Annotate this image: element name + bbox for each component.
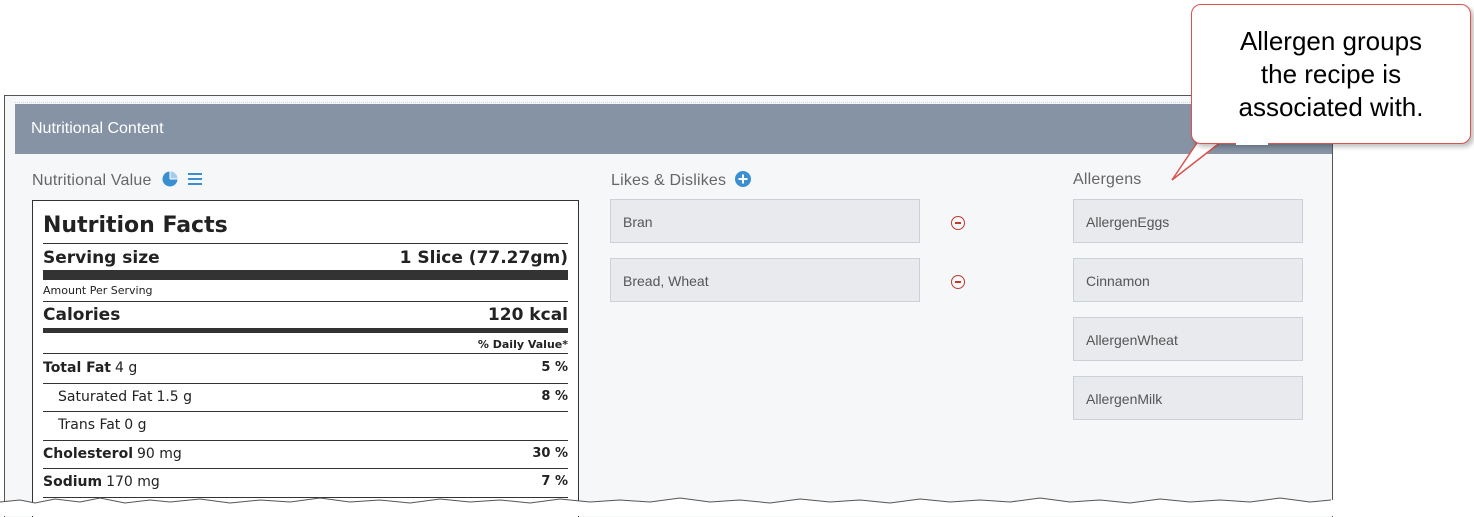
nutrient-label: Cholesterol 90 mg [43,446,182,462]
callout-line-3: associated with. [1238,92,1424,122]
allergen-item: AllergenMilk [1073,376,1303,420]
nutrient-divider [43,439,568,441]
nutrient-label: Sodium 170 mg [43,474,160,490]
nutrient-amount: 170 mg [106,474,160,490]
allergen-item: AllergenEggs [1073,199,1303,243]
nutrient-label: Saturated Fat 1.5 g [58,389,192,405]
nutrient-label: Total Fat 4 g [43,360,137,376]
like-dislike-label: Bran [623,214,653,230]
likes-dislikes-heading: Likes & Dislikes [611,171,751,190]
calories-label: Calories [43,305,121,325]
likes-dislikes-title: Likes & Dislikes [611,172,727,189]
allergen-label: AllergenWheat [1086,332,1178,348]
nutrient-divider [43,382,568,384]
nutrient-name: Trans Fat [58,417,121,433]
like-dislike-label: Bread, Wheat [623,273,709,289]
nutrient-divider [43,411,568,412]
nutrient-amount: 4 g [115,360,138,376]
nutrient-daily-percent: 5 % [541,360,568,375]
nutritional-content-panel: Nutritional Content Nutritional Value Nu… [4,95,1333,517]
nutrient-amount: 90 mg [137,445,182,462]
callout-annotation: Allergen groups the recipe is associated… [1191,4,1471,144]
list-icon[interactable] [187,171,203,187]
callout-line-1: Allergen groups [1239,26,1423,56]
torn-edge-decoration [0,497,1474,516]
calories-value: 120 kcal [487,305,568,325]
nutritional-value-heading: Nutritional Value [32,171,203,190]
nutrient-daily-percent: 7 % [541,474,568,489]
nutritional-value-title: Nutritional Value [32,172,152,189]
nutrient-label: Trans Fat 0 g [58,417,147,433]
remove-bran-icon[interactable] [951,216,965,230]
nutrition-facts-label: Nutrition Facts Serving size 1 Slice (77… [32,200,579,517]
allergens-heading: Allergens [1073,171,1142,189]
remove-bread-wheat-icon[interactable] [951,275,965,289]
allergen-label: AllergenEggs [1086,214,1170,230]
nutrient-name: Cholesterol [43,445,133,462]
allergen-item: Cinnamon [1073,258,1303,302]
amount-per-serving-label: Amount Per Serving [43,284,153,297]
nutrient-name: Saturated Fat [58,388,153,405]
section-header: Nutritional Content [15,104,1332,154]
section-title: Nutritional Content [31,120,164,137]
allergen-label: AllergenMilk [1086,391,1163,407]
like-dislike-item-bran[interactable]: Bran [610,199,920,243]
serving-size-label: Serving size [43,248,160,268]
nutrient-divider [43,468,568,469]
pie-chart-icon[interactable] [162,171,178,187]
serving-size-value: 1 Slice (77.27gm) [399,248,568,268]
nutrient-daily-percent: 8 % [541,388,568,404]
like-dislike-item-bread-wheat[interactable]: Bread, Wheat [610,258,920,302]
nutrient-name: Total Fat [43,360,112,376]
add-like-dislike-icon[interactable] [734,171,751,187]
allergen-item: AllergenWheat [1073,317,1303,361]
nutrient-amount: 0 g [124,417,147,433]
nutrient-amount: 1.5 g [156,388,193,405]
nutrient-name: Sodium [43,474,103,490]
allergens-title: Allergens [1073,171,1142,188]
daily-value-header: % Daily Value* [477,338,568,351]
allergen-label: Cinnamon [1086,273,1150,289]
nutrient-daily-percent: 30 % [532,445,568,461]
callout-line-2: the recipe is [1260,59,1402,89]
nutrition-facts-title: Nutrition Facts [43,213,228,238]
